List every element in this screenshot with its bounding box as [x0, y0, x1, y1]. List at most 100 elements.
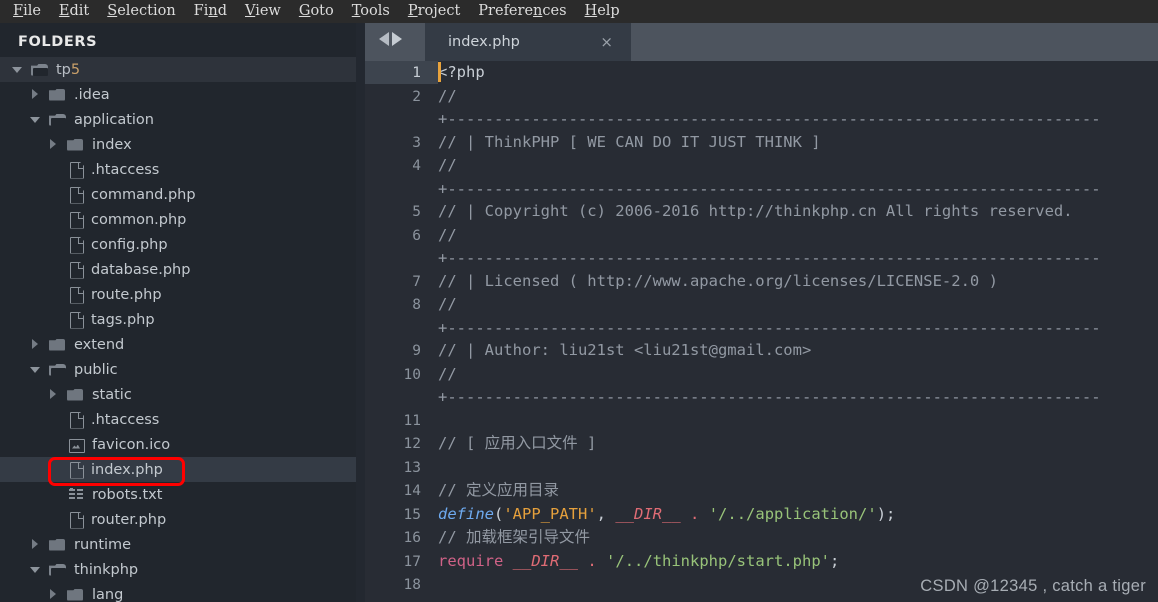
tree-item-config-php[interactable]: config.php	[0, 232, 356, 257]
tree-item--htaccess[interactable]: .htaccess	[0, 407, 356, 432]
chevron-down-icon[interactable]	[30, 364, 41, 375]
chevron-down-icon[interactable]	[30, 114, 41, 125]
code-line: +---------------------------------------…	[365, 178, 1101, 201]
tree-item-robots-txt[interactable]: robots.txt	[0, 482, 356, 507]
tree-item-runtime[interactable]: runtime	[0, 532, 356, 557]
folder-icon	[49, 538, 66, 552]
tree-item-label: static	[92, 387, 132, 403]
triangle-right-icon[interactable]	[392, 32, 402, 46]
menu-item-file[interactable]: File	[4, 0, 50, 23]
tree-item-command-php[interactable]: command.php	[0, 182, 356, 207]
tree-item-thinkphp[interactable]: thinkphp	[0, 557, 356, 582]
tree-item-public[interactable]: public	[0, 357, 356, 382]
folder-open-icon	[49, 113, 66, 127]
tab-index-php[interactable]: index.php ×	[425, 23, 631, 61]
line-number: 2	[365, 86, 421, 109]
menu-item-find[interactable]: Find	[185, 0, 236, 23]
code-text: //	[438, 293, 457, 316]
menu-item-project[interactable]: Project	[399, 0, 469, 23]
tree-item-label: .htaccess	[91, 412, 159, 428]
chevron-down-icon[interactable]	[30, 564, 41, 575]
chevron-right-icon[interactable]	[30, 539, 41, 550]
folder-open-icon	[31, 63, 48, 77]
tree-item-router-php[interactable]: router.php	[0, 507, 356, 532]
close-icon[interactable]: ×	[600, 33, 613, 51]
menu-item-preferences[interactable]: Preferences	[469, 0, 575, 23]
tree-item-tags-php[interactable]: tags.php	[0, 307, 356, 332]
tree-item-label: index	[92, 137, 132, 153]
spacer	[48, 514, 59, 525]
chevron-right-icon[interactable]	[48, 589, 59, 600]
code-text: //	[438, 363, 457, 386]
tree-item-lang[interactable]: lang	[0, 582, 356, 602]
chevron-down-icon[interactable]	[12, 64, 23, 75]
tree-item-application[interactable]: application	[0, 107, 356, 132]
menu-item-selection[interactable]: Selection	[98, 0, 184, 23]
tree-item-label: application	[74, 112, 154, 128]
line-number: 18	[365, 574, 421, 597]
chevron-right-icon[interactable]	[30, 339, 41, 350]
code-area[interactable]: 1<?php2//+------------------------------…	[365, 61, 1158, 602]
tree-item-tp5[interactable]: tp5	[0, 57, 356, 82]
code-line: 9// | Author: liu21st <liu21st@gmail.com…	[365, 339, 1101, 363]
code-line: 14// 定义应用目录	[365, 479, 1101, 503]
file-icon	[69, 512, 83, 528]
tree-item-label: common.php	[91, 212, 186, 228]
tree-item-index-php[interactable]: index.php	[0, 457, 356, 482]
folder-open-icon	[49, 363, 66, 377]
tree-item-static[interactable]: static	[0, 382, 356, 407]
folders-sidebar: FOLDERS tp5.ideaapplicationindex.htacces…	[0, 23, 356, 602]
tree-item-route-php[interactable]: route.php	[0, 282, 356, 307]
code-text: +---------------------------------------…	[438, 108, 1101, 131]
line-number: 3	[365, 132, 421, 155]
menu-item-tools[interactable]: Tools	[343, 0, 399, 23]
line-number: 9	[365, 340, 421, 363]
tab-nav-buttons[interactable]	[379, 32, 402, 46]
code-text: +---------------------------------------…	[438, 317, 1101, 340]
folder-icon	[67, 388, 84, 402]
chevron-right-icon[interactable]	[30, 89, 41, 100]
menu-item-edit[interactable]: Edit	[50, 0, 98, 23]
tree-item-extend[interactable]: extend	[0, 332, 356, 357]
tree-item-label: runtime	[74, 537, 131, 553]
code-line: +---------------------------------------…	[365, 247, 1101, 270]
code-line: 10//	[365, 363, 1101, 387]
tree-item-label: lang	[92, 587, 123, 602]
menu-bar: FileEditSelectionFindViewGotoToolsProjec…	[0, 0, 1158, 23]
menu-item-help[interactable]: Help	[576, 0, 629, 23]
spacer	[48, 239, 59, 250]
file-icon	[69, 262, 83, 278]
tree-item-label: robots.txt	[92, 487, 162, 503]
chevron-right-icon[interactable]	[48, 389, 59, 400]
tree-item-favicon-ico[interactable]: favicon.ico	[0, 432, 356, 457]
code-line: 8 //	[365, 293, 1101, 317]
menu-item-goto[interactable]: Goto	[290, 0, 343, 23]
triangle-left-icon[interactable]	[379, 32, 389, 46]
line-number: 8	[365, 294, 421, 317]
line-number: 16	[365, 527, 421, 550]
tree-item-label: command.php	[91, 187, 196, 203]
line-number: 14	[365, 480, 421, 503]
code-line: 16// 加载框架引导文件	[365, 526, 1101, 550]
line-number: 15	[365, 504, 421, 527]
tree-item--idea[interactable]: .idea	[0, 82, 356, 107]
tree-item-index[interactable]: index	[0, 132, 356, 157]
folder-open-icon	[49, 563, 66, 577]
code-text: // | Copyright (c) 2006-2016 http://thin…	[438, 200, 1073, 223]
menu-item-view[interactable]: View	[236, 0, 290, 23]
tree-item-label: .htaccess	[91, 162, 159, 178]
text-cursor	[438, 62, 441, 82]
tree-item-label: favicon.ico	[92, 437, 170, 453]
file-icon	[69, 312, 83, 328]
tree-item-database-php[interactable]: database.php	[0, 257, 356, 282]
tree-item-label: index.php	[91, 462, 163, 478]
tab-strip: index.php ×	[365, 23, 1158, 61]
code-text: // [ 应用入口文件 ]	[438, 432, 596, 455]
tab-label: index.php	[448, 34, 520, 50]
tree-item-label: public	[74, 362, 118, 378]
tree-item--htaccess[interactable]: .htaccess	[0, 157, 356, 182]
chevron-right-icon[interactable]	[48, 139, 59, 150]
code-line: 7// | Licensed ( http://www.apache.org/l…	[365, 270, 1101, 294]
tree-item-common-php[interactable]: common.php	[0, 207, 356, 232]
code-line: 15define('APP_PATH', __DIR__ . '/../appl…	[365, 503, 1101, 527]
